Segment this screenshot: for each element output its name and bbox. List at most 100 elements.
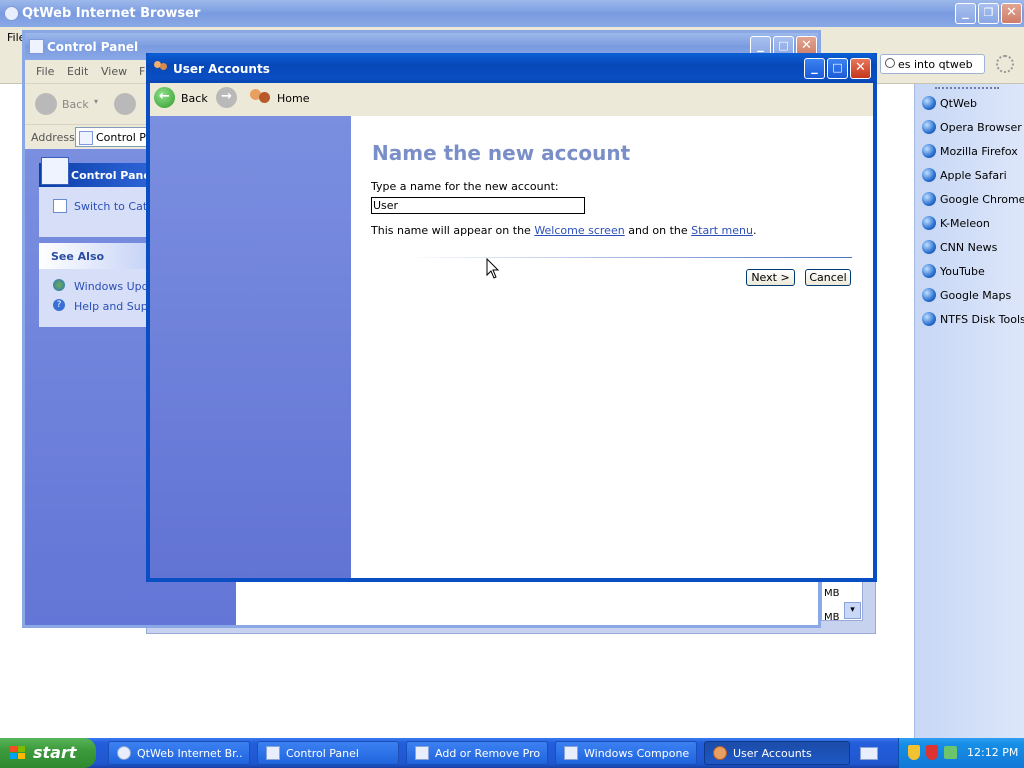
taskbar-item-qtweb[interactable]: QtWeb Internet Br... bbox=[108, 741, 250, 765]
globe-icon bbox=[922, 264, 936, 278]
ua-close-button[interactable]: ✕ bbox=[850, 58, 871, 79]
ua-divider bbox=[406, 257, 852, 258]
taskbar-item-add-remove[interactable]: Add or Remove Pro... bbox=[406, 741, 548, 765]
globe-icon bbox=[922, 96, 936, 110]
sidebar-item-kmeleon[interactable]: K-Meleon bbox=[922, 214, 1022, 234]
globe-icon bbox=[922, 192, 936, 206]
start-menu-link[interactable]: Start menu bbox=[691, 224, 753, 237]
cp-menu-edit[interactable]: Edit bbox=[67, 65, 88, 78]
clock: 12:12 PM bbox=[967, 746, 1019, 759]
ua-maximize-button[interactable]: □ bbox=[827, 58, 848, 79]
windows-update-link[interactable]: Windows Upda bbox=[74, 280, 155, 293]
cp-address-label: Address bbox=[31, 131, 75, 144]
control-panel-icon bbox=[79, 131, 93, 145]
sidebar-item-qtweb[interactable]: QtWeb bbox=[922, 94, 1022, 114]
forward-arrow-icon[interactable]: → bbox=[216, 87, 237, 108]
sidebar-item-youtube[interactable]: YouTube bbox=[922, 262, 1022, 282]
account-name-input[interactable] bbox=[371, 197, 585, 214]
browser-restore-button[interactable]: ❐ bbox=[978, 3, 999, 24]
ua-back-label[interactable]: Back bbox=[181, 92, 208, 105]
sidebar-item-label: Apple Safari bbox=[940, 169, 1007, 182]
sidebar-item-cnn[interactable]: CNN News bbox=[922, 238, 1022, 258]
sidebar-item-firefox[interactable]: Mozilla Firefox bbox=[922, 142, 1022, 162]
back-arrow-icon[interactable] bbox=[35, 93, 57, 115]
sidebar-item-safari[interactable]: Apple Safari bbox=[922, 166, 1022, 186]
windows-update-icon bbox=[53, 279, 65, 291]
globe-icon bbox=[922, 144, 936, 158]
browser-titlebar: QtWeb Internet Browser _ ❐ ✕ bbox=[0, 0, 1024, 27]
ua-home-label[interactable]: Home bbox=[277, 92, 309, 105]
next-button[interactable]: Next > bbox=[746, 269, 795, 286]
ua-note-suffix: . bbox=[752, 224, 757, 237]
cp-panel-header: Control Panel bbox=[39, 157, 155, 187]
list-size-text: MB bbox=[824, 612, 840, 620]
scroll-down-button[interactable]: ▾ bbox=[844, 602, 861, 619]
welcome-screen-link[interactable]: Welcome screen bbox=[534, 224, 624, 237]
taskbar-item-label: User Accounts bbox=[733, 747, 812, 760]
sidebar-item-opera[interactable]: Opera Browser bbox=[922, 118, 1022, 138]
globe-icon bbox=[922, 240, 936, 254]
globe-icon bbox=[922, 288, 936, 302]
taskbar-item-control-panel[interactable]: Control Panel bbox=[257, 741, 399, 765]
browser-close-button[interactable]: ✕ bbox=[1001, 3, 1022, 24]
globe-icon bbox=[922, 120, 936, 134]
cancel-button[interactable]: Cancel bbox=[805, 269, 851, 286]
sidebar-item-label: YouTube bbox=[940, 265, 985, 278]
switch-view-icon bbox=[53, 199, 67, 213]
add-remove-icon bbox=[415, 746, 429, 760]
taskbar-item-windows-components[interactable]: Windows Compone... bbox=[555, 741, 697, 765]
ua-titlebar: User Accounts _ □ ✕ bbox=[146, 53, 877, 83]
search-input[interactable]: es into qtweb bbox=[880, 54, 985, 74]
browser-minimize-button[interactable]: _ bbox=[955, 3, 976, 24]
cp-menu-favorites[interactable]: F bbox=[139, 65, 145, 78]
control-panel-icon bbox=[266, 746, 280, 760]
taskbar-item-user-accounts[interactable]: User Accounts bbox=[704, 741, 850, 765]
see-also-header: See Also bbox=[39, 243, 149, 269]
home-icon[interactable] bbox=[250, 87, 272, 107]
globe-icon bbox=[922, 312, 936, 326]
cp-address-field[interactable]: Control Pa bbox=[75, 127, 155, 147]
chevron-down-icon[interactable]: ▾ bbox=[94, 97, 98, 106]
taskbar-item-label: Add or Remove Pro... bbox=[435, 747, 541, 760]
back-arrow-icon[interactable]: ← bbox=[154, 87, 175, 108]
taskbar-item-label: QtWeb Internet Br... bbox=[137, 747, 243, 760]
taskbar-item-label: Windows Compone... bbox=[584, 747, 690, 760]
control-panel-icon bbox=[29, 39, 44, 54]
sidebar-item-label: Mozilla Firefox bbox=[940, 145, 1018, 158]
ua-note-middle: and on the bbox=[628, 224, 688, 237]
sidebar-item-chrome[interactable]: Google Chrome bbox=[922, 190, 1024, 210]
start-label: start bbox=[33, 743, 77, 762]
sidebar-item-ntfs[interactable]: NTFS Disk Tools bbox=[922, 310, 1024, 330]
cp-menu-file[interactable]: File bbox=[36, 65, 54, 78]
sidebar-item-label: Opera Browser bbox=[940, 121, 1022, 134]
sidebar-item-label: K-Meleon bbox=[940, 217, 990, 230]
sidebar-item-googlemaps[interactable]: Google Maps bbox=[922, 286, 1022, 306]
cp-menu-view[interactable]: View bbox=[101, 65, 127, 78]
cp-address-value: Control Pa bbox=[96, 131, 153, 144]
see-also-title: See Also bbox=[51, 250, 105, 263]
sidebar-handle[interactable] bbox=[935, 87, 999, 89]
add-remove-list: MB MB ▾ bbox=[821, 581, 863, 621]
start-button[interactable]: start bbox=[0, 738, 96, 768]
list-size-text: MB bbox=[824, 588, 840, 599]
cp-panel-title: Control Panel bbox=[71, 169, 155, 182]
ua-heading: Name the new account bbox=[372, 141, 631, 165]
see-also-box: See Also Windows Upda ? Help and Suppo bbox=[39, 243, 161, 327]
loading-spinner-icon bbox=[996, 55, 1014, 73]
cp-panel-box: Control Panel Switch to Categ bbox=[39, 157, 161, 237]
sidebar-item-label: Google Maps bbox=[940, 289, 1012, 302]
globe-icon bbox=[922, 216, 936, 230]
sidebar-item-label: Google Chrome bbox=[940, 193, 1024, 206]
qtweb-icon bbox=[117, 746, 131, 760]
forward-arrow-icon[interactable] bbox=[114, 93, 136, 115]
cp-back-label[interactable]: Back bbox=[62, 98, 89, 111]
keyboard-icon[interactable] bbox=[860, 747, 878, 760]
ua-toolbar: ← Back → Home bbox=[150, 83, 873, 116]
security-alert-icon[interactable] bbox=[926, 745, 938, 760]
ua-title: User Accounts bbox=[173, 62, 270, 76]
network-icon[interactable] bbox=[944, 746, 957, 759]
ua-left-pane bbox=[150, 116, 351, 578]
user-accounts-icon bbox=[154, 61, 168, 73]
ua-minimize-button[interactable]: _ bbox=[804, 58, 825, 79]
security-shield-icon[interactable] bbox=[908, 745, 920, 760]
